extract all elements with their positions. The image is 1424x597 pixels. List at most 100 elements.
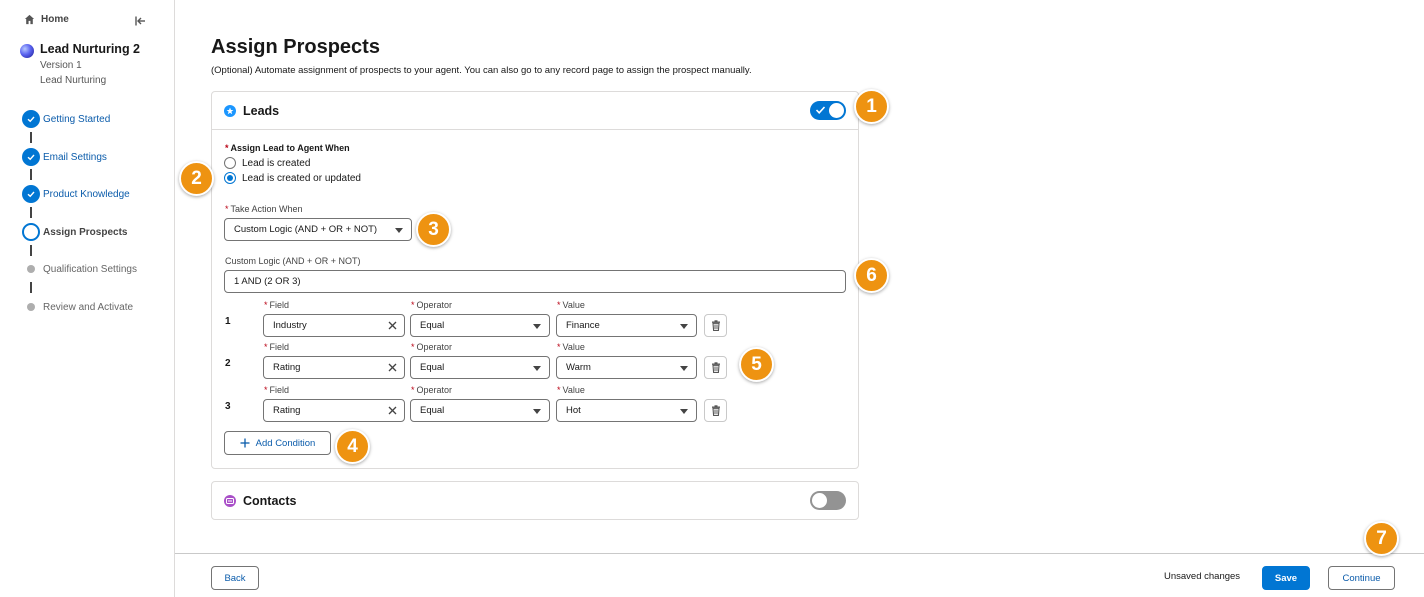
leads-toggle[interactable] [810, 101, 846, 120]
take-action-select[interactable]: Custom Logic (AND + OR + NOT) [224, 218, 412, 241]
card-divider [212, 129, 858, 130]
custom-logic-input[interactable]: 1 AND (2 OR 3) [224, 270, 846, 293]
condition-value-select[interactable]: Finance [556, 314, 697, 337]
continue-button[interactable]: Continue [1328, 566, 1395, 590]
take-action-label: * Take Action When [225, 204, 303, 214]
contact-icon [224, 494, 236, 507]
check-icon [22, 110, 40, 128]
callout-badge-1: 1 [854, 89, 889, 124]
condition-number: 2 [225, 358, 231, 369]
page-description: (Optional) Automate assignment of prospe… [211, 65, 752, 76]
dropdown-caret-icon [680, 324, 688, 329]
step-label: Assign Prospects [43, 226, 128, 238]
add-condition-label: Add Condition [255, 437, 316, 449]
current-step-icon [22, 223, 40, 241]
radio-button[interactable] [224, 157, 236, 169]
home-link[interactable]: Home [24, 14, 69, 25]
condition-field-input[interactable]: Rating [263, 399, 405, 422]
condition-operator-value: Equal [420, 405, 445, 416]
page-title: Assign Prospects [211, 36, 380, 58]
step-label: Review and Activate [43, 301, 134, 313]
step-assign-prospects[interactable]: Assign Prospects [22, 223, 127, 241]
toggle-knob [829, 103, 844, 118]
radio-label: Lead is created or updated [242, 172, 361, 184]
field-label: * Field [264, 300, 290, 310]
condition-number: 3 [225, 401, 231, 412]
value-label: * Value [557, 342, 585, 352]
dropdown-caret-icon [533, 409, 541, 414]
delete-condition-button[interactable] [704, 356, 727, 379]
step-label: Email Settings [43, 151, 107, 163]
condition-value-select[interactable]: Hot [556, 399, 697, 422]
callout-badge-2: 2 [179, 161, 214, 196]
clear-icon[interactable] [387, 320, 398, 331]
contacts-card-header: Contacts [212, 482, 858, 519]
check-icon [22, 148, 40, 166]
condition-operator-select[interactable]: Equal [410, 314, 550, 337]
step-email-settings[interactable]: Email Settings [22, 148, 107, 166]
callout-badge-4: 4 [335, 429, 370, 464]
condition-operator-select[interactable]: Equal [410, 399, 550, 422]
agent-name: Lead Nurturing 2 [40, 42, 141, 56]
step-label: Getting Started [43, 113, 111, 125]
step-connector [30, 132, 32, 143]
add-condition-button[interactable]: Add Condition [224, 431, 331, 455]
condition-operator-select[interactable]: Equal [410, 356, 550, 379]
condition-field-value: Rating [273, 405, 301, 416]
pending-step-icon [22, 298, 40, 316]
condition-value-value: Warm [566, 362, 591, 373]
field-label: * Field [264, 342, 290, 352]
condition-operator-value: Equal [420, 362, 445, 373]
take-action-value: Custom Logic (AND + OR + NOT) [234, 224, 378, 235]
lead-icon [224, 104, 236, 117]
radio-label: Lead is created [242, 157, 311, 169]
sidebar: Home Lead Nurturing 2 Version 1 Lead Nur… [0, 0, 175, 597]
save-button[interactable]: Save [1262, 566, 1310, 590]
leads-card-title: Leads [243, 103, 280, 118]
step-product-knowledge[interactable]: Product Knowledge [22, 185, 130, 203]
operator-label: * Operator [411, 300, 453, 310]
assign-when-label: * Assign Lead to Agent When [225, 143, 350, 153]
step-label: Product Knowledge [43, 188, 130, 200]
step-review-and-activate[interactable]: Review and Activate [22, 298, 133, 316]
footer-divider [175, 553, 1424, 554]
delete-condition-button[interactable] [704, 314, 727, 337]
trash-icon [711, 362, 720, 373]
toggle-knob [812, 493, 827, 508]
dropdown-caret-icon [533, 324, 541, 329]
step-qualification-settings[interactable]: Qualification Settings [22, 260, 137, 278]
back-button[interactable]: Back [211, 566, 259, 590]
condition-value-select[interactable]: Warm [556, 356, 697, 379]
condition-number: 1 [225, 316, 231, 327]
step-connector [30, 169, 32, 180]
value-label: * Value [557, 385, 585, 395]
radio-lead-created[interactable]: Lead is created [224, 157, 310, 169]
callout-badge-7: 7 [1364, 521, 1399, 556]
condition-field-value: Rating [273, 362, 301, 373]
dropdown-caret-icon [680, 409, 688, 414]
plus-icon [240, 438, 250, 448]
step-getting-started[interactable]: Getting Started [22, 110, 110, 128]
condition-operator-value: Equal [420, 320, 445, 331]
condition-field-input[interactable]: Industry [263, 314, 405, 337]
step-connector [30, 245, 32, 256]
condition-field-input[interactable]: Rating [263, 356, 405, 379]
contacts-card: Contacts [211, 481, 859, 520]
condition-value-value: Finance [566, 320, 600, 331]
callout-badge-5: 5 [739, 347, 774, 382]
collapse-sidebar-icon[interactable] [134, 15, 146, 27]
clear-icon[interactable] [387, 362, 398, 373]
contacts-card-title: Contacts [243, 493, 297, 508]
radio-button-selected[interactable] [224, 172, 236, 184]
value-label: * Value [557, 300, 585, 310]
trash-icon [711, 320, 720, 331]
agent-type: Lead Nurturing [40, 75, 107, 86]
radio-lead-created-or-updated[interactable]: Lead is created or updated [224, 172, 361, 184]
agent-orb-icon [20, 44, 34, 58]
contacts-toggle[interactable] [810, 491, 846, 510]
home-icon [24, 14, 35, 25]
check-icon [815, 106, 826, 114]
delete-condition-button[interactable] [704, 399, 727, 422]
dropdown-caret-icon [533, 366, 541, 371]
clear-icon[interactable] [387, 405, 398, 416]
